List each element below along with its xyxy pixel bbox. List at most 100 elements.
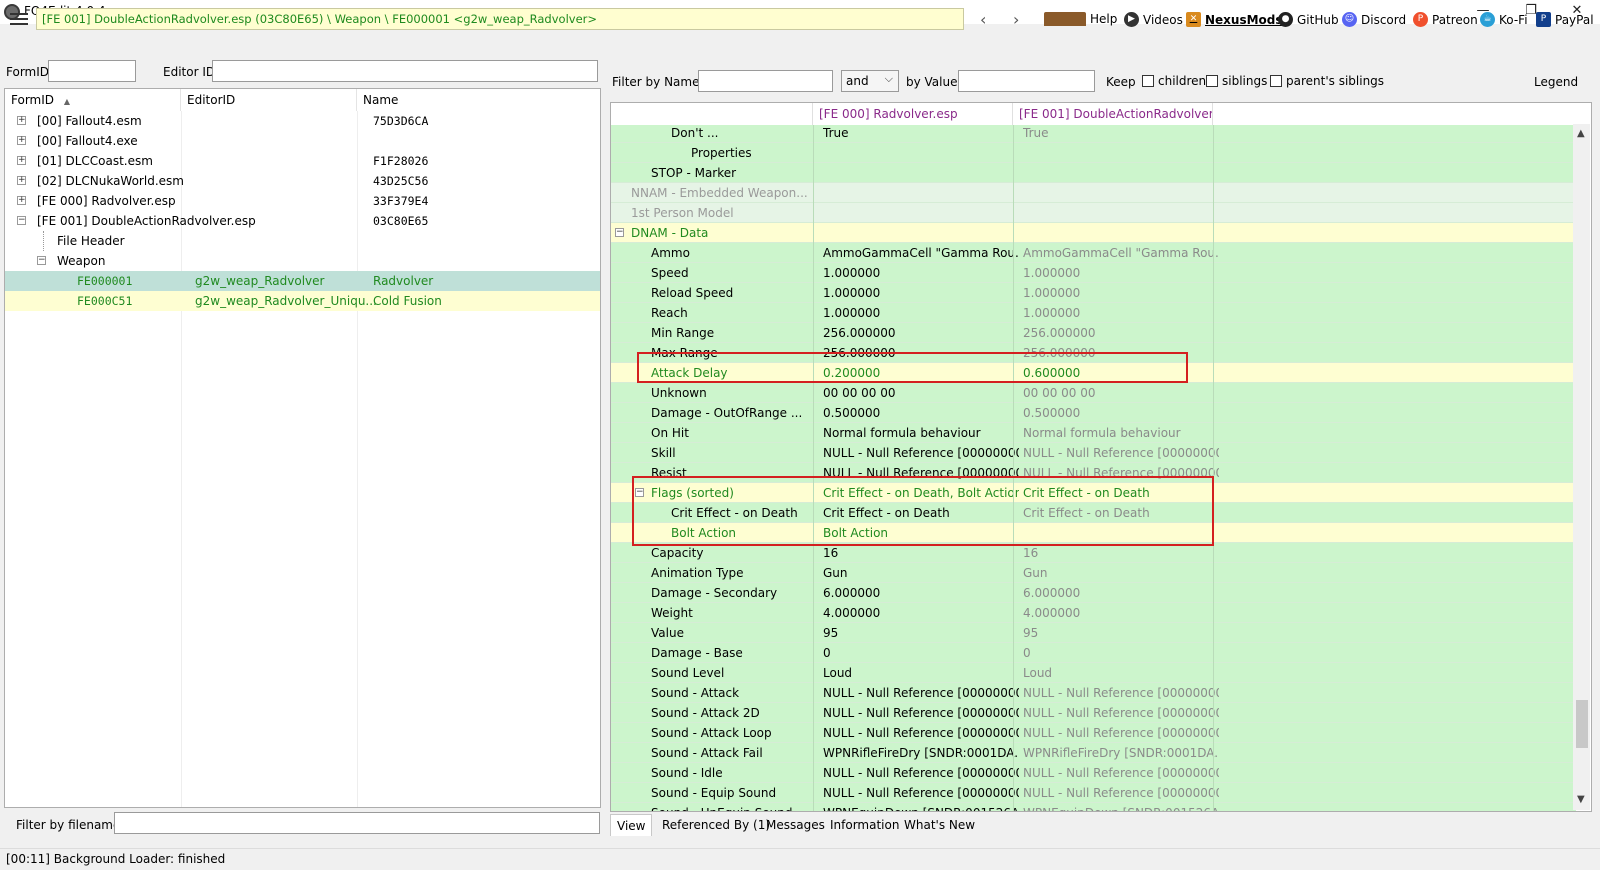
kofi-link[interactable]: ☕ Ko-Fi <box>1480 12 1528 27</box>
value-doubleaction[interactable]: 1.000000 <box>1023 303 1219 323</box>
record-row[interactable]: Properties <box>611 143 1576 163</box>
value-radvolver[interactable]: 6.000000 <box>823 583 1019 603</box>
value-radvolver[interactable]: NULL - Null Reference [00000000] <box>823 703 1019 723</box>
tree-row-fallout4-exe[interactable]: + [00] Fallout4.exe <box>5 131 600 151</box>
record-row[interactable]: On Hit Normal formula behaviour Normal for… <box>611 423 1576 443</box>
scroll-up-icon[interactable]: ▲ <box>1577 128 1585 139</box>
record-row[interactable]: Sound - Attack NULL - Null Reference [000… <box>611 683 1576 703</box>
record-row[interactable]: STOP - Marker <box>611 163 1576 183</box>
menu-icon[interactable] <box>10 13 28 25</box>
value-doubleaction[interactable]: 95 <box>1023 623 1219 643</box>
value-radvolver[interactable]: 95 <box>823 623 1019 643</box>
value-doubleaction[interactable]: Gun <box>1023 563 1219 583</box>
help-link[interactable]: Help <box>1044 12 1117 26</box>
record-row[interactable]: Capacity 16 16 <box>611 543 1576 563</box>
value-radvolver[interactable]: True <box>823 125 1019 143</box>
value-radvolver[interactable]: 256.000000 <box>823 323 1019 343</box>
value-radvolver[interactable]: 0.500000 <box>823 403 1019 423</box>
record-row[interactable]: Sound - Attack Fail WPNRifleFireDry [SNDR… <box>611 743 1576 763</box>
value-doubleaction[interactable]: NULL - Null Reference [00000000] <box>1023 783 1219 803</box>
value-doubleaction[interactable]: 0.500000 <box>1023 403 1219 423</box>
tree-row-fallout4-esm[interactable]: + [00] Fallout4.esm 75D3D6CA <box>5 111 600 131</box>
column-header-name[interactable]: Name <box>357 89 600 111</box>
patreon-link[interactable]: P Patreon <box>1413 12 1478 27</box>
column-header-doubleaction[interactable]: [FE 001] DoubleActionRadvolver.e... <box>1013 103 1213 125</box>
filter-by-filename-input[interactable] <box>114 812 600 834</box>
value-doubleaction[interactable]: WPNRifleFireDry [SNDR:0001DA... <box>1023 743 1219 763</box>
tree-row-dlcnukaworld[interactable]: + [02] DLCNukaWorld.esm 43D25C56 <box>5 171 600 191</box>
record-row[interactable]: Sound - Attack 2D NULL - Null Reference [… <box>611 703 1576 723</box>
tab-view[interactable]: View <box>610 814 653 836</box>
expand-icon[interactable]: + <box>17 116 26 125</box>
scrollbar-thumb[interactable] <box>1576 700 1588 748</box>
videos-link[interactable]: ▶ Videos <box>1124 12 1183 27</box>
tree-row-dlccoast[interactable]: + [01] DLCCoast.esm F1F28026 <box>5 151 600 171</box>
collapse-icon[interactable]: − <box>37 256 46 265</box>
tree-row-file-header[interactable]: File Header <box>5 231 600 251</box>
nexusmods-link[interactable]: ✕ NexusMods <box>1186 12 1283 27</box>
collapse-icon[interactable]: − <box>615 228 624 237</box>
value-doubleaction[interactable]: Normal formula behaviour <box>1023 423 1219 443</box>
value-radvolver[interactable]: WPNEquipDown [SNDR:001526A... <box>823 803 1019 811</box>
value-doubleaction[interactable]: Loud <box>1023 663 1219 683</box>
value-doubleaction[interactable]: 1.000000 <box>1023 263 1219 283</box>
tab-referenced-by[interactable]: Referenced By (1) <box>656 814 776 836</box>
discord-link[interactable]: ☺ Discord <box>1342 12 1406 27</box>
record-row[interactable]: DNAM - Data − <box>611 223 1576 243</box>
value-radvolver[interactable]: 1.000000 <box>823 263 1019 283</box>
value-doubleaction[interactable]: True <box>1023 125 1219 143</box>
value-doubleaction[interactable]: NULL - Null Reference [00000000] <box>1023 703 1219 723</box>
expand-icon[interactable]: + <box>17 176 26 185</box>
record-row[interactable]: NNAM - Embedded Weapon... <box>611 183 1576 203</box>
tree-row[interactable]: FE000C51 g2w_weap_Radvolver_Uniqu... Col… <box>5 291 600 311</box>
expand-icon[interactable]: + <box>17 196 26 205</box>
record-row[interactable]: 1st Person Model <box>611 203 1576 223</box>
tab-messages[interactable]: Messages <box>760 814 831 836</box>
legend-button[interactable]: Legend <box>1534 75 1578 89</box>
value-radvolver[interactable]: Gun <box>823 563 1019 583</box>
value-radvolver[interactable]: Loud <box>823 663 1019 683</box>
back-button[interactable]: ‹ <box>980 10 986 29</box>
column-header-radvolver[interactable]: [FE 000] Radvolver.esp <box>813 103 1013 125</box>
value-doubleaction[interactable]: 1.000000 <box>1023 283 1219 303</box>
value-radvolver[interactable]: NULL - Null Reference [00000000] <box>823 683 1019 703</box>
value-radvolver[interactable]: 4.000000 <box>823 603 1019 623</box>
value-doubleaction[interactable]: 0 <box>1023 643 1219 663</box>
value-doubleaction[interactable]: AmmoGammaCell "Gamma Rou... <box>1023 243 1219 263</box>
value-doubleaction[interactable]: NULL - Null Reference [00000000] <box>1023 443 1219 463</box>
expand-icon[interactable]: + <box>17 136 26 145</box>
forward-button[interactable]: › <box>1013 10 1019 29</box>
record-view[interactable]: [FE 000] Radvolver.esp [FE 001] DoubleAc… <box>610 102 1592 812</box>
value-radvolver[interactable]: Normal formula behaviour <box>823 423 1019 443</box>
value-radvolver[interactable]: 16 <box>823 543 1019 563</box>
column-header-formid[interactable]: FormID ▲ <box>5 89 181 111</box>
record-row[interactable]: Sound - Equip Sound NULL - Null Reference… <box>611 783 1576 803</box>
record-row[interactable]: Speed 1.000000 1.000000 <box>611 263 1576 283</box>
value-doubleaction[interactable]: 00 00 00 00 <box>1023 383 1219 403</box>
record-row[interactable]: Min Range 256.000000 256.000000 <box>611 323 1576 343</box>
value-radvolver[interactable]: NULL - Null Reference [00000000] <box>823 443 1019 463</box>
column-header-editorid[interactable]: EditorID <box>181 89 357 111</box>
record-row[interactable]: Damage - Secondary 6.000000 6.000000 <box>611 583 1576 603</box>
tree-row-radvolver-esp[interactable]: + [FE 000] Radvolver.esp 33F379E4 <box>5 191 600 211</box>
record-row[interactable]: Unknown 00 00 00 00 00 00 00 00 <box>611 383 1576 403</box>
value-radvolver[interactable]: NULL - Null Reference [00000000] <box>823 763 1019 783</box>
record-row[interactable]: Damage - OutOfRange ... 0.500000 0.500000 <box>611 403 1576 423</box>
record-row[interactable]: Animation Type Gun Gun <box>611 563 1576 583</box>
editorid-input[interactable] <box>212 60 598 82</box>
record-row[interactable]: Skill NULL - Null Reference [00000000] NUL… <box>611 443 1576 463</box>
logic-select[interactable]: and <box>841 69 899 92</box>
by-value-input[interactable] <box>958 70 1095 92</box>
record-row[interactable]: Ammo AmmoGammaCell "Gamma Rou... AmmoGamma… <box>611 243 1576 263</box>
record-row[interactable]: Weight 4.000000 4.000000 <box>611 603 1576 623</box>
record-row[interactable]: Reload Speed 1.000000 1.000000 <box>611 283 1576 303</box>
value-radvolver[interactable]: AmmoGammaCell "Gamma Rou... <box>823 243 1019 263</box>
paypal-link[interactable]: P PayPal <box>1536 12 1594 27</box>
tree-row-doubleaction-esp[interactable]: − [FE 001] DoubleActionRadvolver.esp 03C… <box>5 211 600 231</box>
tab-whats-new[interactable]: What's New <box>898 814 981 836</box>
tab-information[interactable]: Information <box>824 814 905 836</box>
keep-children-checkbox[interactable]: children <box>1142 74 1206 88</box>
keep-siblings-checkbox[interactable]: siblings <box>1206 74 1267 88</box>
record-row[interactable]: Sound Level Loud Loud <box>611 663 1576 683</box>
record-row[interactable]: Reach 1.000000 1.000000 <box>611 303 1576 323</box>
